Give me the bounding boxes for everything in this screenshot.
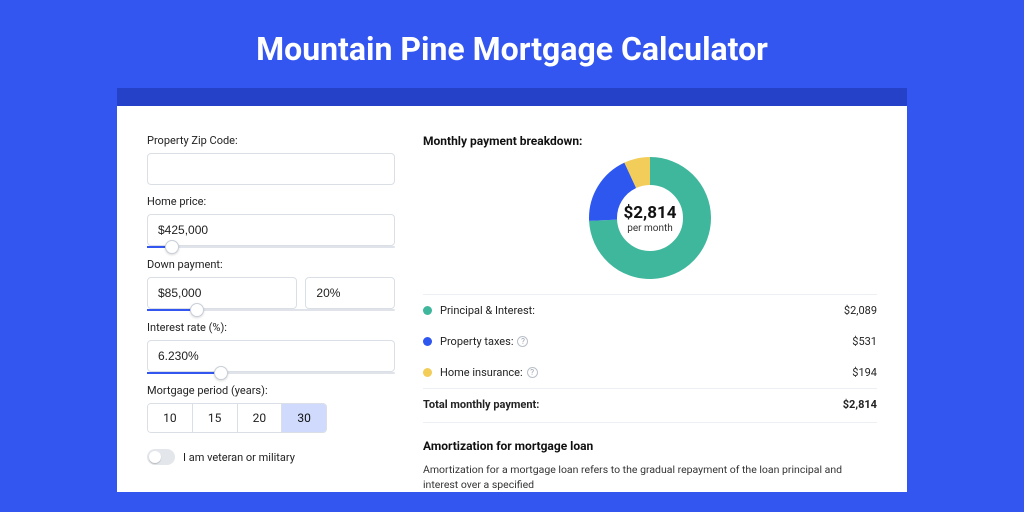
rate-field: Interest rate (%): — [147, 321, 395, 374]
price-input[interactable] — [147, 214, 395, 246]
legend-dot-icon — [423, 337, 432, 346]
period-option-30[interactable]: 30 — [282, 404, 326, 432]
military-label: I am veteran or military — [183, 451, 295, 464]
period-options: 10152030 — [147, 403, 327, 433]
rate-label: Interest rate (%): — [147, 321, 395, 334]
price-slider[interactable] — [147, 246, 395, 248]
period-field: Mortgage period (years): 10152030 — [147, 384, 395, 433]
legend-total-label: Total monthly payment: — [423, 398, 843, 411]
info-icon[interactable]: ? — [517, 336, 528, 347]
page-title: Mountain Pine Mortgage Calculator — [256, 30, 768, 68]
period-label: Mortgage period (years): — [147, 384, 395, 397]
legend-total-amount: $2,814 — [843, 398, 877, 411]
donut-sub: per month — [627, 223, 673, 234]
legend-dot-icon — [423, 306, 432, 315]
legend-row-1: Property taxes:?$531 — [423, 326, 877, 357]
legend: Principal & Interest:$2,089Property taxe… — [423, 294, 877, 420]
down-amount-input[interactable] — [147, 277, 297, 309]
legend-name: Property taxes:? — [440, 335, 852, 348]
legend-total-row: Total monthly payment:$2,814 — [423, 388, 877, 420]
legend-name: Home insurance:? — [440, 366, 852, 379]
form-panel: Property Zip Code: Home price: Down paym… — [147, 134, 395, 492]
zip-field: Property Zip Code: — [147, 134, 395, 185]
rate-input[interactable] — [147, 340, 395, 372]
legend-amount: $194 — [852, 366, 877, 379]
down-label: Down payment: — [147, 258, 395, 271]
legend-amount: $2,089 — [844, 304, 877, 317]
period-option-15[interactable]: 15 — [193, 404, 238, 432]
down-field: Down payment: — [147, 258, 395, 311]
period-option-20[interactable]: 20 — [238, 404, 283, 432]
donut-chart: $2,814 per month — [423, 156, 877, 280]
legend-name: Principal & Interest: — [440, 304, 844, 317]
period-option-10[interactable]: 10 — [148, 404, 193, 432]
calculator-card: Property Zip Code: Home price: Down paym… — [117, 88, 907, 492]
amortization-section: Amortization for mortgage loan Amortizat… — [423, 422, 877, 492]
military-toggle[interactable] — [147, 449, 175, 465]
amortization-title: Amortization for mortgage loan — [423, 439, 877, 453]
breakdown-panel: Monthly payment breakdown: $2,814 per mo… — [423, 134, 877, 492]
amortization-body: Amortization for a mortgage loan refers … — [423, 463, 877, 492]
legend-amount: $531 — [852, 335, 877, 348]
military-row: I am veteran or military — [147, 449, 395, 465]
legend-row-0: Principal & Interest:$2,089 — [423, 295, 877, 326]
price-field: Home price: — [147, 195, 395, 248]
price-label: Home price: — [147, 195, 395, 208]
donut-total: $2,814 — [624, 203, 677, 223]
breakdown-title: Monthly payment breakdown: — [423, 134, 877, 148]
legend-dot-icon — [423, 368, 432, 377]
legend-row-2: Home insurance:?$194 — [423, 357, 877, 388]
down-slider[interactable] — [147, 309, 395, 311]
rate-slider[interactable] — [147, 372, 395, 374]
zip-input[interactable] — [147, 153, 395, 185]
info-icon[interactable]: ? — [527, 367, 538, 378]
zip-label: Property Zip Code: — [147, 134, 395, 147]
down-pct-input[interactable] — [305, 277, 395, 309]
